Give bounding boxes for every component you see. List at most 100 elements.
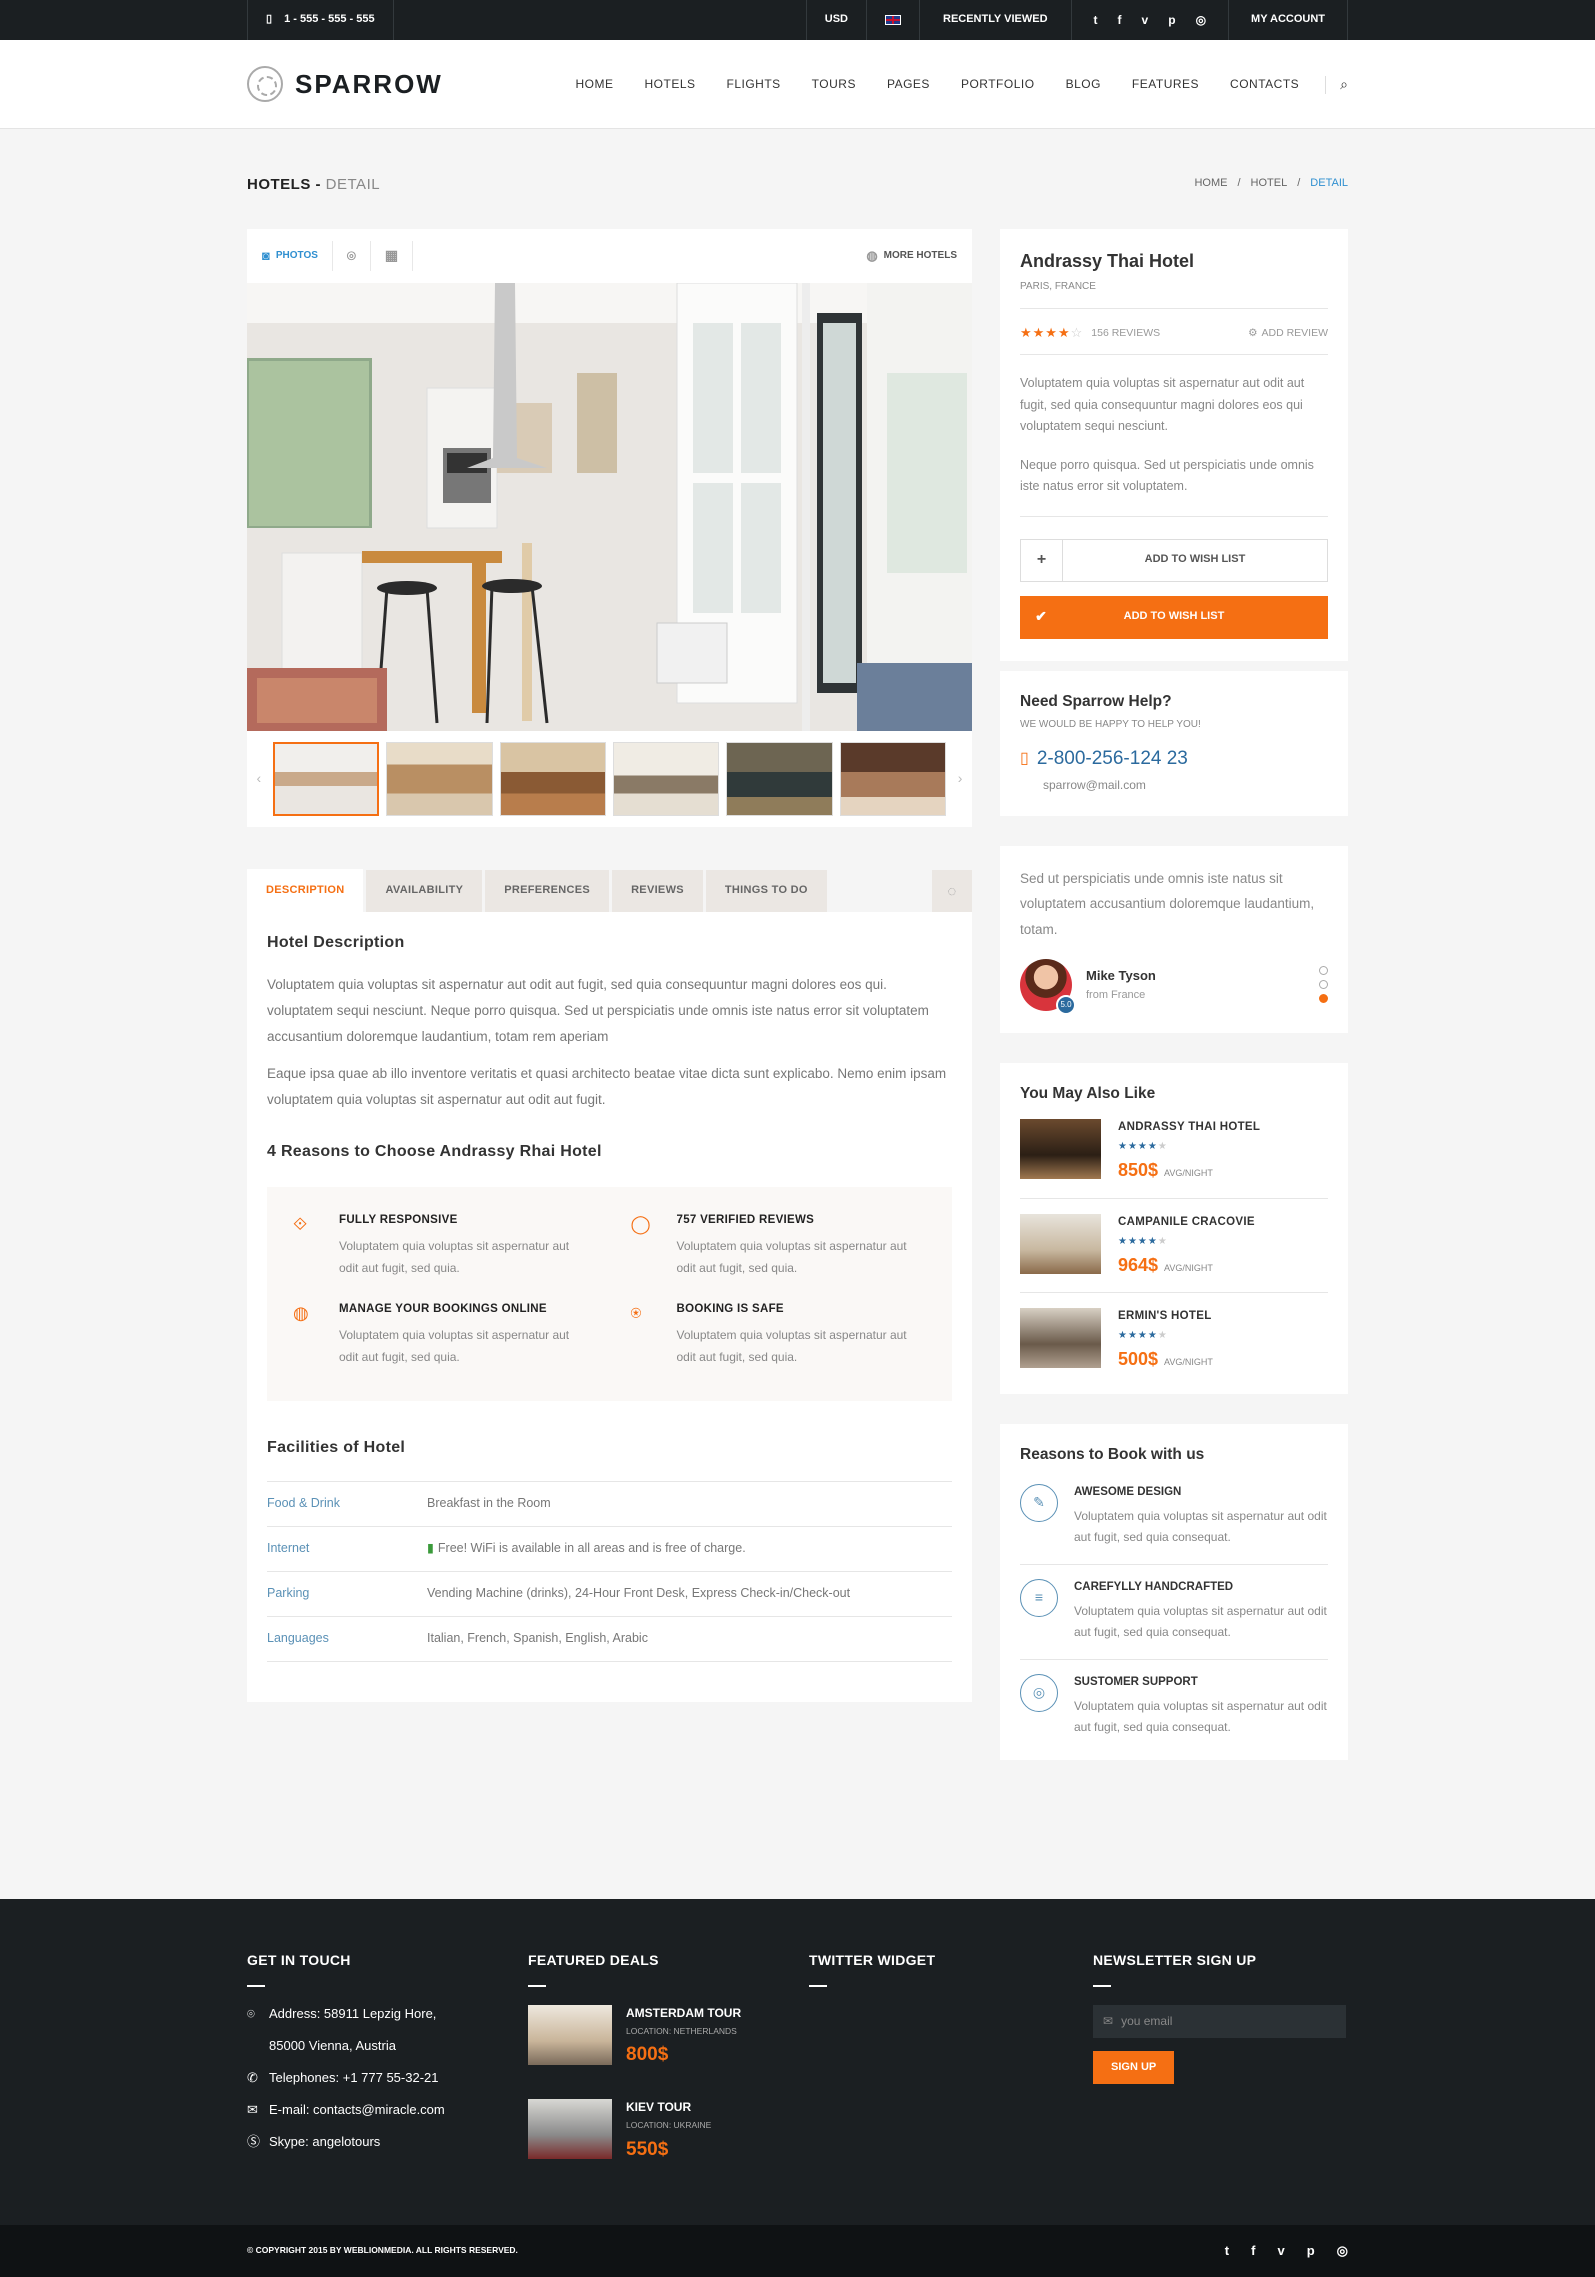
brand-name: SPARROW (295, 69, 443, 100)
instagram-icon[interactable]: ◎ (1337, 2242, 1348, 2260)
nav-features[interactable]: FEATURES (1132, 76, 1199, 93)
price: 500$ (1118, 1348, 1159, 1369)
nav-portfolio[interactable]: PORTFOLIO (961, 76, 1035, 93)
thumbnail[interactable] (272, 742, 380, 816)
footer-twitter: TWITTER WIDGET (809, 1951, 1093, 2193)
globe-icon: ◍ (293, 1303, 309, 1324)
thumbnail[interactable] (499, 742, 607, 816)
carousel-dot[interactable] (1319, 980, 1328, 990)
my-account-link[interactable]: MY ACCOUNT (1228, 0, 1348, 40)
tab-availability[interactable]: AVAILABILITY (366, 870, 483, 912)
avatar: 5.0 (1020, 958, 1076, 1015)
nav-tours[interactable]: TOURS (812, 76, 856, 93)
crumb-detail: DETAIL (1310, 177, 1348, 190)
facebook-icon[interactable]: f (1118, 12, 1122, 29)
deal-item[interactable]: KIEV TOUR LOCATION: UKRAINE 550$ (528, 2099, 809, 2163)
tab-photos[interactable]: ◙ PHOTOS (262, 241, 333, 271)
nav-blog[interactable]: BLOG (1066, 76, 1101, 93)
reason-item: ◯ 757 VERIFIED REVIEWS Voluptatem quia vol… (631, 1212, 927, 1279)
deal-location: LOCATION: UKRAINE (626, 2119, 712, 2130)
twitter-icon[interactable]: t (1094, 12, 1098, 29)
reviews-count[interactable]: 156 REVIEWS (1091, 326, 1160, 341)
list-item: ≡ CAREFYLLY HANDCRAFTED Voluptatem quia vo… (1020, 1565, 1328, 1661)
star-rating: ★★★★★ (1118, 1329, 1168, 1341)
deal-item[interactable]: AMSTERDAM TOUR LOCATION: NETHERLANDS 800$ (528, 2004, 809, 2069)
reasons-grid: ⟐ FULLY RESPONSIVE Voluptatem quia volupta… (267, 1186, 952, 1401)
facebook-icon[interactable]: f (1251, 2242, 1255, 2260)
add-to-wishlist-button[interactable]: + ADD TO WISH LIST (1020, 538, 1328, 582)
add-review-link[interactable]: ⚙ ADD REVIEW (1248, 326, 1328, 341)
facility-value: Free! WiFi is available in all areas and… (437, 1541, 746, 1556)
pinterest-icon[interactable]: p (1168, 12, 1175, 29)
ship-wheel-icon (247, 66, 283, 103)
hotel-thumbnail (1020, 1213, 1101, 1274)
facility-value: Breakfast in the Room (427, 1496, 551, 1511)
main-hotel-photo[interactable] (247, 283, 972, 731)
add-to-wishlist-primary-button[interactable]: ✔ ADD TO WISH LIST (1020, 595, 1328, 639)
reason-title: SUSTOMER SUPPORT (1074, 1676, 1198, 1689)
footer-skype[interactable]: Skype: angelotours (269, 2133, 380, 2151)
search-icon[interactable]: ⌕ (1340, 75, 1348, 95)
pinterest-icon[interactable]: p (1307, 2242, 1315, 2260)
nav-home[interactable]: HOME (575, 76, 613, 93)
nav-flights[interactable]: FLIGHTS (727, 76, 781, 93)
photos-label: PHOTOS (275, 250, 318, 261)
hotel-thumbnail (1020, 1307, 1101, 1368)
signup-button[interactable]: SIGN UP (1093, 2050, 1175, 2085)
currency-selector[interactable]: USD (805, 0, 866, 40)
footer-email[interactable]: E-mail: contacts@miracle.com (269, 2101, 445, 2119)
logo[interactable]: SPARROW (247, 66, 443, 103)
chevron-right-icon[interactable]: › (953, 769, 967, 789)
tab-reviews[interactable]: REVIEWS (612, 870, 703, 912)
newsletter-email-input[interactable]: ✉ you email (1093, 2004, 1346, 2038)
speech-bubble-icon: ◯ (630, 1213, 651, 1234)
thumbnail[interactable] (386, 742, 493, 816)
list-item[interactable]: ANDRASSY THAI HOTEL ★★★★★ 850$ AVG/NIGHT (1020, 1104, 1328, 1199)
tab-description[interactable]: DESCRIPTION (247, 869, 364, 912)
testimonial-origin: from France (1086, 988, 1146, 1001)
deal-price: 800$ (626, 2044, 669, 2066)
section-heading: Facilities of Hotel (267, 1438, 406, 1456)
main-column: ◙ PHOTOS ⌾ ▦ ◍ MORE HOTELS ‹ › DESCRIPTI… (247, 229, 972, 1702)
language-selector[interactable] (866, 0, 919, 40)
carousel-dot[interactable] (1319, 966, 1328, 976)
lightbulb-icon[interactable]: ◌ (932, 870, 972, 912)
tab-things-to-do[interactable]: THINGS TO DO (705, 870, 827, 912)
thumbnail[interactable] (839, 742, 947, 816)
reason-title: AWESOME DESIGN (1074, 1485, 1182, 1498)
nav-hotels[interactable]: HOTELS (644, 76, 695, 93)
crumb-home[interactable]: HOME (1194, 176, 1227, 191)
tag-icon: ⟐ (293, 1213, 308, 1234)
recently-viewed-link[interactable]: RECENTLY VIEWED (919, 0, 1071, 40)
calendar-icon[interactable]: ▦ (371, 241, 414, 271)
more-hotels-link[interactable]: ◍ MORE HOTELS (866, 247, 957, 265)
crumb-hotel[interactable]: HOTEL (1251, 176, 1288, 191)
twitter-icon[interactable]: t (1225, 2242, 1229, 2260)
help-email[interactable]: sparrow@mail.com (1043, 777, 1328, 794)
hotel-location: PARIS, FRANCE (1020, 281, 1096, 293)
map-pin-icon[interactable]: ⌾ (333, 241, 371, 271)
nav-pages[interactable]: PAGES (887, 76, 930, 93)
instagram-icon[interactable]: ◎ (1196, 12, 1206, 29)
mobile-icon: ▯ (266, 13, 273, 26)
hotel-name: CAMPANILE CRACOVIE (1118, 1215, 1255, 1228)
tab-preferences[interactable]: PREFERENCES (485, 870, 610, 912)
star-rating: ★★★★★ (1118, 1141, 1168, 1153)
vimeo-icon[interactable]: v (1142, 12, 1149, 29)
chevron-left-icon[interactable]: ‹ (252, 769, 266, 789)
list-item[interactable]: CAMPANILE CRACOVIE ★★★★★ 964$ AVG/NIGHT (1020, 1199, 1328, 1293)
reason-title: MANAGE YOUR BOOKINGS ONLINE (339, 1303, 547, 1316)
help-phone[interactable]: ▯ 2-800-256-124 23 (1020, 746, 1328, 773)
list-item[interactable]: ERMIN'S HOTEL ★★★★★ 500$ AVG/NIGHT (1020, 1293, 1328, 1386)
deal-title: KIEV TOUR (626, 2100, 692, 2114)
thumbnail[interactable] (726, 742, 833, 816)
vimeo-icon[interactable]: v (1277, 2242, 1284, 2260)
hotel-name: ANDRASSY THAI HOTEL (1118, 1121, 1261, 1134)
facility-key: Food & Drink (267, 1496, 340, 1511)
testimonial-text: Sed ut perspiciatis unde omnis iste natu… (1020, 870, 1315, 937)
hotel-name: Andrassy Thai Hotel (1020, 251, 1195, 271)
nav-contacts[interactable]: CONTACTS (1230, 76, 1299, 93)
footer-address: Address: 58911 Lepzig Hore, (269, 2005, 437, 2021)
thumbnail[interactable] (613, 742, 720, 816)
carousel-dot[interactable] (1319, 994, 1328, 1004)
